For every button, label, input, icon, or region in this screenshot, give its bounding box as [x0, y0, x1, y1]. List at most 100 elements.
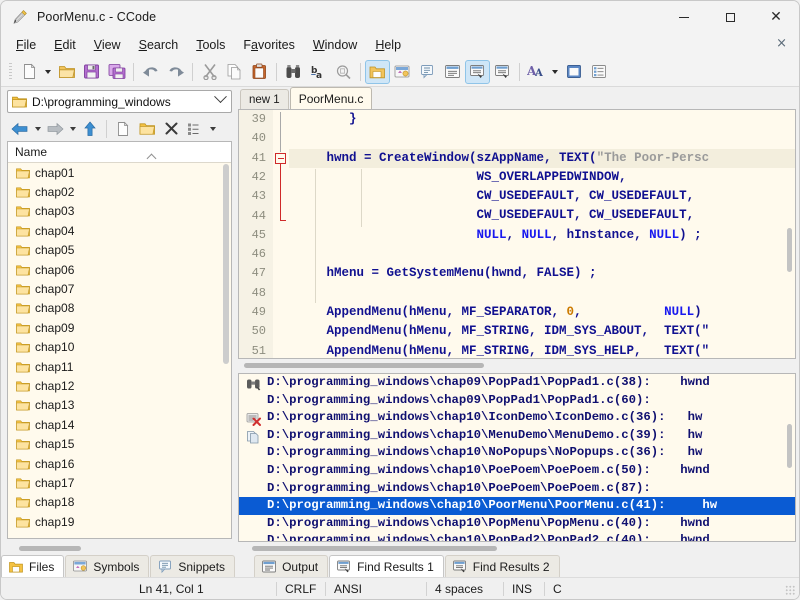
find-result-row[interactable]: D:\programming_windows\chap10\NoPopups\N…: [239, 444, 795, 462]
results-vertical-scrollbar[interactable]: [787, 424, 792, 468]
tree-vertical-scrollbar[interactable]: [223, 164, 229, 364]
fold-column[interactable]: [273, 110, 289, 358]
folder-tree[interactable]: Name chap01chap02chap03chap04chap05 chap0…: [7, 141, 232, 539]
folder-item-chap12[interactable]: chap12: [8, 376, 231, 395]
find-result-row[interactable]: D:\programming_windows\chap10\PoePoem\Po…: [239, 480, 795, 498]
folder-item-chap17[interactable]: chap17: [8, 473, 231, 492]
view-options-dropdown-icon[interactable]: [207, 118, 218, 140]
editor-vertical-scrollbar[interactable]: [787, 228, 792, 272]
status-insert-mode[interactable]: INS: [504, 578, 544, 600]
folder-item-chap16[interactable]: chap16: [8, 454, 231, 473]
save-icon[interactable]: [79, 60, 104, 84]
panel-tab-find-results-1[interactable]: Find Results 1: [329, 555, 444, 577]
find-results-2-icon[interactable]: [490, 60, 515, 84]
folder-item-chap15[interactable]: chap15: [8, 434, 231, 453]
code-line-51[interactable]: AppendMenu(hMenu, MF_STRING, IDM_SYS_HEL…: [289, 342, 795, 358]
code-line-39[interactable]: }: [289, 110, 795, 129]
status-encoding[interactable]: ANSI: [326, 578, 426, 600]
folder-item-chap08[interactable]: chap08: [8, 299, 231, 318]
files-panel-icon[interactable]: [365, 60, 390, 84]
tree-column-header[interactable]: Name: [8, 142, 231, 163]
find-result-row[interactable]: D:\programming_windows\chap10\PopMenu\Po…: [239, 515, 795, 533]
folder-item-chap04[interactable]: chap04: [8, 221, 231, 240]
toolbar-grip[interactable]: [9, 63, 12, 81]
resize-grip-icon[interactable]: [785, 585, 796, 596]
close-document-icon[interactable]: ×: [776, 36, 787, 51]
maximize-button[interactable]: [707, 1, 753, 33]
minimize-button[interactable]: [661, 1, 707, 33]
code-line-45[interactable]: NULL, NULL, hInstance, NULL) ;: [289, 226, 795, 245]
find-results-1-icon[interactable]: [465, 60, 490, 84]
results-horizontal-scrollbar[interactable]: [238, 542, 796, 555]
folder-item-chap02[interactable]: chap02: [8, 182, 231, 201]
folder-item-chap09[interactable]: chap09: [8, 318, 231, 337]
find-binoculars-icon[interactable]: [281, 60, 306, 84]
status-line-ending[interactable]: CRLF: [277, 578, 325, 600]
view-options-icon[interactable]: [183, 118, 207, 140]
save-all-icon[interactable]: [104, 60, 129, 84]
copy-icon[interactable]: [222, 60, 247, 84]
find-result-row[interactable]: D:\programming_windows\chap09\PopPad1\Po…: [239, 392, 795, 410]
fold-collapse-icon[interactable]: [275, 153, 286, 164]
up-icon[interactable]: [78, 118, 102, 140]
folder-item-chap10[interactable]: chap10: [8, 338, 231, 357]
menu-window[interactable]: Window: [304, 36, 366, 54]
back-icon[interactable]: [8, 118, 32, 140]
code-content[interactable]: } hwnd = CreateWindow(szAppName, TEXT("T…: [289, 110, 795, 358]
new-file-icon[interactable]: [17, 60, 42, 84]
menu-tools[interactable]: Tools: [187, 36, 234, 54]
menu-search[interactable]: Search: [130, 36, 188, 54]
new-file-icon[interactable]: [111, 118, 135, 140]
back-dropdown-icon[interactable]: [32, 118, 43, 140]
find-result-row[interactable]: D:\programming_windows\chap10\PopPad2\Po…: [239, 532, 795, 542]
code-line-49[interactable]: AppendMenu(hMenu, MF_SEPARATOR, 0, NULL): [289, 303, 795, 322]
snippets-panel-icon[interactable]: [415, 60, 440, 84]
chevron-down-icon[interactable]: [214, 90, 227, 103]
find-result-row[interactable]: D:\programming_windows\chap10\PoorMenu\P…: [239, 497, 795, 515]
editor-tab-new-1[interactable]: new 1: [240, 89, 289, 109]
editor-tab-poormenu.c[interactable]: PoorMenu.c: [290, 87, 373, 109]
forward-icon[interactable]: [43, 118, 67, 140]
new-folder-icon[interactable]: [135, 118, 159, 140]
menu-view[interactable]: View: [85, 36, 130, 54]
panel-tab-symbols[interactable]: Symbols: [65, 555, 149, 577]
scrollbar-thumb[interactable]: [19, 546, 81, 551]
menu-help[interactable]: Help: [366, 36, 410, 54]
folder-item-chap14[interactable]: chap14: [8, 415, 231, 434]
redo-icon[interactable]: [163, 60, 188, 84]
code-line-44[interactable]: CW_USEDEFAULT, CW_USEDEFAULT,: [289, 206, 795, 225]
panel-tab-output[interactable]: Output: [254, 555, 328, 577]
open-folder-icon[interactable]: [54, 60, 79, 84]
find-results-panel[interactable]: D:\programming_windows\chap09\PopPad1\Po…: [238, 373, 796, 542]
find-result-row[interactable]: D:\programming_windows\chap10\IconDemo\I…: [239, 409, 795, 427]
code-line-47[interactable]: hMenu = GetSystemMenu(hwnd, FALSE) ;: [289, 264, 795, 283]
menu-favorites[interactable]: Favorites: [234, 36, 303, 54]
replace-icon[interactable]: b a: [306, 60, 331, 84]
code-line-43[interactable]: CW_USEDEFAULT, CW_USEDEFAULT,: [289, 187, 795, 206]
panel-tab-files[interactable]: Files: [1, 555, 64, 577]
font-icon[interactable]: A A: [524, 60, 549, 84]
find-result-row[interactable]: D:\programming_windows\chap10\PoePoem\Po…: [239, 462, 795, 480]
find-in-files-icon[interactable]: [331, 60, 356, 84]
find-results-list[interactable]: D:\programming_windows\chap09\PopPad1\Po…: [239, 374, 795, 542]
code-line-40[interactable]: [289, 129, 795, 148]
folder-item-chap19[interactable]: chap19: [8, 512, 231, 531]
scrollbar-thumb[interactable]: [252, 546, 497, 551]
code-line-46[interactable]: [289, 245, 795, 264]
output-panel-icon[interactable]: [440, 60, 465, 84]
code-editor[interactable]: } hwnd = CreateWindow(szAppName, TEXT("T…: [238, 109, 796, 359]
paste-icon[interactable]: [247, 60, 272, 84]
new-file-dropdown-icon[interactable]: [42, 60, 54, 84]
cut-icon[interactable]: [197, 60, 222, 84]
menu-edit[interactable]: Edit: [45, 36, 85, 54]
scrollbar-thumb[interactable]: [244, 363, 484, 368]
status-indent[interactable]: 4 spaces: [427, 578, 503, 600]
symbols-panel-icon[interactable]: [390, 60, 415, 84]
status-language[interactable]: C: [545, 578, 570, 600]
forward-dropdown-icon[interactable]: [67, 118, 78, 140]
menu-file[interactable]: File: [7, 36, 45, 54]
folder-item-chap01[interactable]: chap01: [8, 163, 231, 182]
folder-item-chap05[interactable]: chap05: [8, 241, 231, 260]
folder-item-chap03[interactable]: chap03: [8, 202, 231, 221]
tree-horizontal-scrollbar[interactable]: [7, 541, 232, 555]
